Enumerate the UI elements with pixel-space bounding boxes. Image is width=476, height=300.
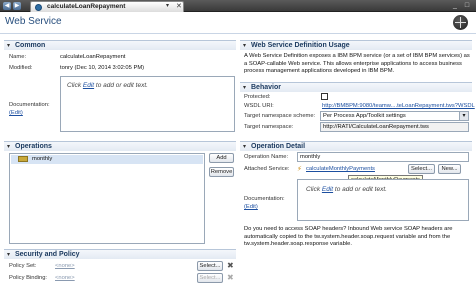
protected-label: Protected: <box>244 94 271 100</box>
documentation-box[interactable]: Click Edit to add or edit text. <box>60 76 235 132</box>
remove-button[interactable]: Remove <box>209 167 234 177</box>
add-button[interactable]: Add <box>209 153 234 163</box>
policy-set-value: <none> <box>55 263 75 269</box>
op-documentation-label: Documentation: <box>244 196 285 202</box>
back-arrow-icon[interactable]: ◀ <box>3 2 11 10</box>
attached-select-button[interactable]: Select... <box>408 164 435 174</box>
collapse-triangle-icon[interactable]: ▾ <box>7 251 10 258</box>
collapse-triangle-icon[interactable]: ▾ <box>243 143 246 150</box>
name-label: Name: <box>9 54 27 60</box>
close-icon[interactable]: ✕ <box>176 2 182 10</box>
globe-icon <box>453 15 468 30</box>
hint-edit-link[interactable]: Edit <box>322 186 333 193</box>
name-value: calculateLoanRepayment <box>60 54 126 60</box>
common-section-header[interactable]: ▾ Common <box>4 40 236 50</box>
wsdl-usage-text: A Web Service Definition exposes a IBM B… <box>244 53 470 74</box>
scheme-select[interactable]: Per Process App/Toolkit settings ▾ <box>320 111 469 121</box>
minimize-icon[interactable]: _ <box>450 1 460 10</box>
operations-section-header[interactable]: ▾ Operations <box>4 141 236 151</box>
web-service-icon <box>35 4 42 11</box>
operations-section-title: Operations <box>15 143 52 150</box>
operation-name: monthly <box>32 156 53 162</box>
security-section-header[interactable]: ▾ Security and Policy <box>4 249 236 259</box>
hint-edit-link[interactable]: Edit <box>83 82 94 89</box>
collapse-triangle-icon[interactable]: ▾ <box>243 42 246 49</box>
modified-value: tonry (Dec 10, 2014 3:02:05 PM) <box>60 65 145 71</box>
wsdl-uri-link[interactable]: http://BMBPM:9080/teamw....teLoanRepayme… <box>322 103 475 109</box>
operations-list[interactable]: monthly <box>9 153 205 244</box>
attached-service-link[interactable]: calculateMonthlyPayments <box>306 166 375 172</box>
modified-label: Modified: <box>9 65 33 71</box>
hint-suffix: to add or edit text. <box>94 82 148 89</box>
operation-name-input[interactable]: monthly <box>297 152 469 162</box>
protected-checkbox[interactable] <box>321 93 328 100</box>
list-item[interactable]: monthly <box>11 155 203 164</box>
policy-binding-value: <none> <box>55 275 75 281</box>
soap-header-note: Do you need to access SOAP headers? Inbo… <box>244 226 453 247</box>
operation-name-label: Operation Name: <box>244 154 289 160</box>
op-documentation-hint: Click Edit to add or edit text. <box>306 186 387 193</box>
collapse-triangle-icon[interactable]: ▾ <box>243 84 246 91</box>
behavior-section-title: Behavior <box>251 84 281 91</box>
operation-icon <box>18 156 28 162</box>
hint-prefix: Click <box>67 82 83 89</box>
operation-detail-section-title: Operation Detail <box>251 143 306 150</box>
collapse-triangle-icon[interactable]: ▾ <box>7 143 10 150</box>
header-divider <box>0 33 476 34</box>
clear-icon[interactable]: ✖ <box>227 274 234 282</box>
attached-service-label: Attached Service: <box>244 166 290 172</box>
attached-new-button[interactable]: New... <box>438 164 461 174</box>
scheme-label: Target namespace scheme: <box>244 113 316 119</box>
clear-icon[interactable]: ✖ <box>227 262 234 270</box>
collapse-triangle-icon[interactable]: ▾ <box>7 42 10 49</box>
common-section-title: Common <box>15 42 46 49</box>
documentation-edit-link[interactable]: (Edit) <box>9 110 23 116</box>
namespace-field[interactable]: http://RATI/CalculateLoanRepayment.tws <box>320 122 469 132</box>
namespace-value: http://RATI/CalculateLoanRepayment.tws <box>323 124 429 130</box>
tab-title: calculateLoanRepayment <box>47 3 126 10</box>
operation-name-value: monthly <box>300 154 321 160</box>
wsdl-usage-section-header[interactable]: ▾ Web Service Definition Usage <box>240 40 472 50</box>
documentation-hint: Click Edit to add or edit text. <box>67 82 148 89</box>
wsdl-uri-label: WSDL URI: <box>244 103 274 109</box>
scheme-selected-value: Per Process App/Toolkit settings <box>323 113 406 119</box>
security-section-title: Security and Policy <box>15 251 80 258</box>
chevron-down-icon[interactable]: ▾ <box>166 2 169 9</box>
namespace-label: Target namespace: <box>244 124 294 130</box>
service-icon: ⚡ <box>297 166 302 173</box>
chevron-down-icon[interactable]: ▾ <box>459 112 468 120</box>
op-documentation-edit-link[interactable]: (Edit) <box>244 204 258 210</box>
hint-suffix: to add or edit text. <box>333 186 387 193</box>
wsdl-usage-section-title: Web Service Definition Usage <box>251 42 350 49</box>
hint-prefix: Click <box>306 186 322 193</box>
operation-detail-section-header[interactable]: ▾ Operation Detail <box>240 141 472 151</box>
behavior-section-header[interactable]: ▾ Behavior <box>240 82 472 92</box>
policy-binding-select-button[interactable]: Select... <box>197 273 223 283</box>
policy-binding-label: Policy Binding: <box>9 275 48 281</box>
documentation-label: Documentation: <box>9 102 50 108</box>
editor-tab[interactable]: calculateLoanRepayment ▾ ✕ <box>30 1 184 12</box>
editor-tab-bar: ◀ ▶ calculateLoanRepayment ▾ ✕ _ □ <box>0 0 476 12</box>
maximize-icon[interactable]: □ <box>462 1 472 10</box>
page-title: Web Service <box>5 16 62 27</box>
policy-set-select-button[interactable]: Select... <box>197 261 223 271</box>
forward-arrow-icon[interactable]: ▶ <box>13 2 21 10</box>
op-documentation-box[interactable]: Click Edit to add or edit text. <box>297 179 469 221</box>
policy-set-label: Policy Set: <box>9 263 37 269</box>
